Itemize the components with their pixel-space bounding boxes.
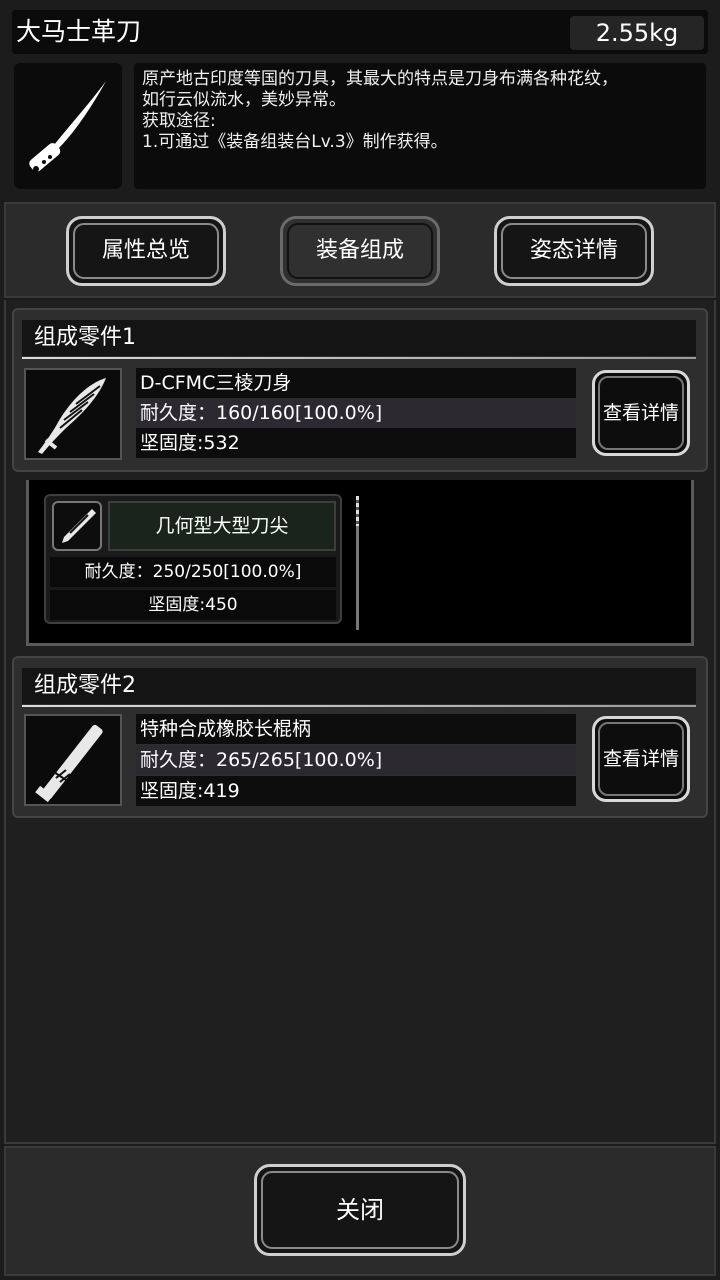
item-name: 大马士革刀 bbox=[16, 17, 142, 46]
description-line: 1.可通过《装备组装台Lv.3》制作获得。 bbox=[142, 132, 448, 152]
view-details-button-1[interactable]: 查看详情 bbox=[592, 370, 690, 456]
feather-blade-icon bbox=[38, 378, 106, 454]
part-header-1: 组成零件1 bbox=[22, 320, 696, 356]
item-icon-frame bbox=[14, 63, 122, 189]
subpart-durability: 耐久度：250/250[100.0%] bbox=[50, 557, 336, 587]
part-hardness-2: 坚固度:419 bbox=[136, 776, 576, 806]
handle-icon bbox=[35, 724, 103, 803]
view-details-button-2[interactable]: 查看详情 bbox=[592, 716, 690, 802]
knife-icon bbox=[29, 81, 106, 172]
description-line: 获取途径: bbox=[142, 111, 216, 131]
tab-equipment-composition[interactable]: 装备组成 bbox=[280, 216, 440, 286]
part-hardness-1: 坚固度:532 bbox=[136, 428, 576, 458]
subpart-hardness: 坚固度:450 bbox=[50, 590, 336, 620]
subpart-scrollbar[interactable] bbox=[356, 496, 359, 630]
description-line: 如行云似流水，美妙异常。 bbox=[142, 90, 346, 110]
tab-stance-details[interactable]: 姿态详情 bbox=[494, 216, 654, 286]
item-description: 原产地古印度等国的刀具，其最大的特点是刀身布满各种花纹， 如行云似流水，美妙异常… bbox=[134, 63, 706, 189]
close-button[interactable]: 关闭 bbox=[254, 1164, 466, 1256]
tab-attribute-overview[interactable]: 属性总览 bbox=[66, 216, 226, 286]
part-header-divider bbox=[22, 357, 696, 359]
part-header-divider bbox=[22, 705, 696, 707]
item-weight: 2.55kg bbox=[570, 16, 704, 50]
part-durability-2: 耐久度：265/265[100.0%] bbox=[136, 745, 576, 775]
part-header-2: 组成零件2 bbox=[22, 668, 696, 704]
part-name-1: D-CFMC三棱刀身 bbox=[136, 368, 576, 398]
subpart-icon-frame bbox=[52, 501, 102, 551]
description-line: 原产地古印度等国的刀具，其最大的特点是刀身布满各种花纹， bbox=[142, 69, 618, 89]
part-name-2: 特种合成橡胶长棍柄 bbox=[136, 714, 576, 744]
blade-tip-icon bbox=[62, 509, 96, 543]
subpart-name: 几何型大型刀尖 bbox=[108, 501, 336, 551]
part-durability-1: 耐久度：160/160[100.0%] bbox=[136, 398, 576, 428]
part-icon-frame-1 bbox=[24, 368, 122, 460]
part-icon-frame-2 bbox=[24, 714, 122, 806]
